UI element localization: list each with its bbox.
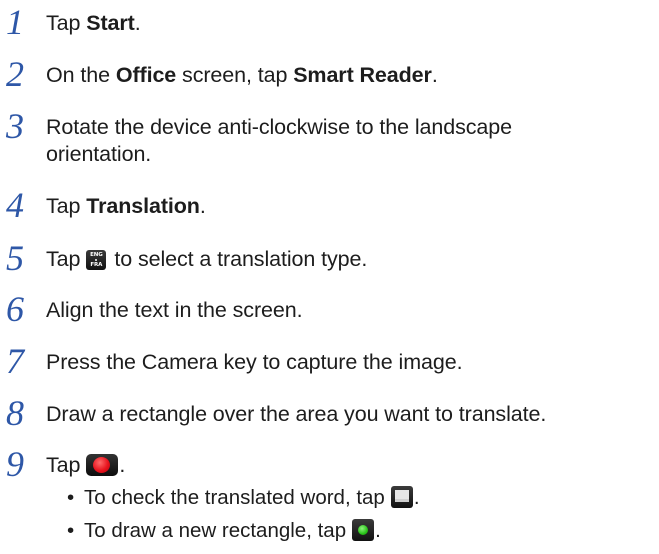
- language-pair-icon: ENG FRA: [86, 250, 107, 270]
- step-text: On the Office screen, tap Smart Reader.: [46, 63, 438, 87]
- step-text: Tap Start.: [46, 11, 141, 35]
- ui-term-start: Start: [86, 11, 135, 35]
- ui-term-smart-reader: Smart Reader: [293, 63, 432, 87]
- bullet-marker: •: [67, 519, 75, 542]
- translated-word-icon: [390, 486, 413, 508]
- step-text: Draw a rectangle over the area you want …: [46, 402, 547, 426]
- record-icon: [86, 454, 119, 476]
- step-number: 3: [6, 106, 24, 146]
- step-number: 5: [6, 238, 24, 278]
- new-rectangle-icon: [352, 519, 375, 541]
- step-number: 1: [6, 2, 24, 42]
- step-number: 9: [6, 444, 24, 484]
- step-number: 6: [6, 289, 24, 329]
- step-text: Align the text in the screen.: [46, 298, 303, 322]
- bullet-marker: •: [67, 486, 75, 509]
- bullet-text: To check the translated word, tap.: [84, 486, 420, 509]
- step-text: Press the Camera key to capture the imag…: [46, 350, 463, 374]
- step-number: 7: [6, 341, 24, 381]
- ui-term-office: Office: [115, 63, 177, 87]
- step-text: Tap ENG FRA to select a translation type.: [46, 247, 368, 271]
- step-number: 8: [6, 393, 24, 433]
- ui-term-translation: Translation: [86, 194, 200, 218]
- step-text: Tap.: [46, 453, 126, 477]
- bullet-text: To draw a new rectangle, tap.: [84, 519, 381, 542]
- step-number: 4: [6, 185, 24, 225]
- step-number: 2: [6, 54, 24, 94]
- step-text: Rotate the device anti-clockwise to the …: [46, 115, 512, 166]
- step-text: Tap Translation.: [46, 194, 206, 218]
